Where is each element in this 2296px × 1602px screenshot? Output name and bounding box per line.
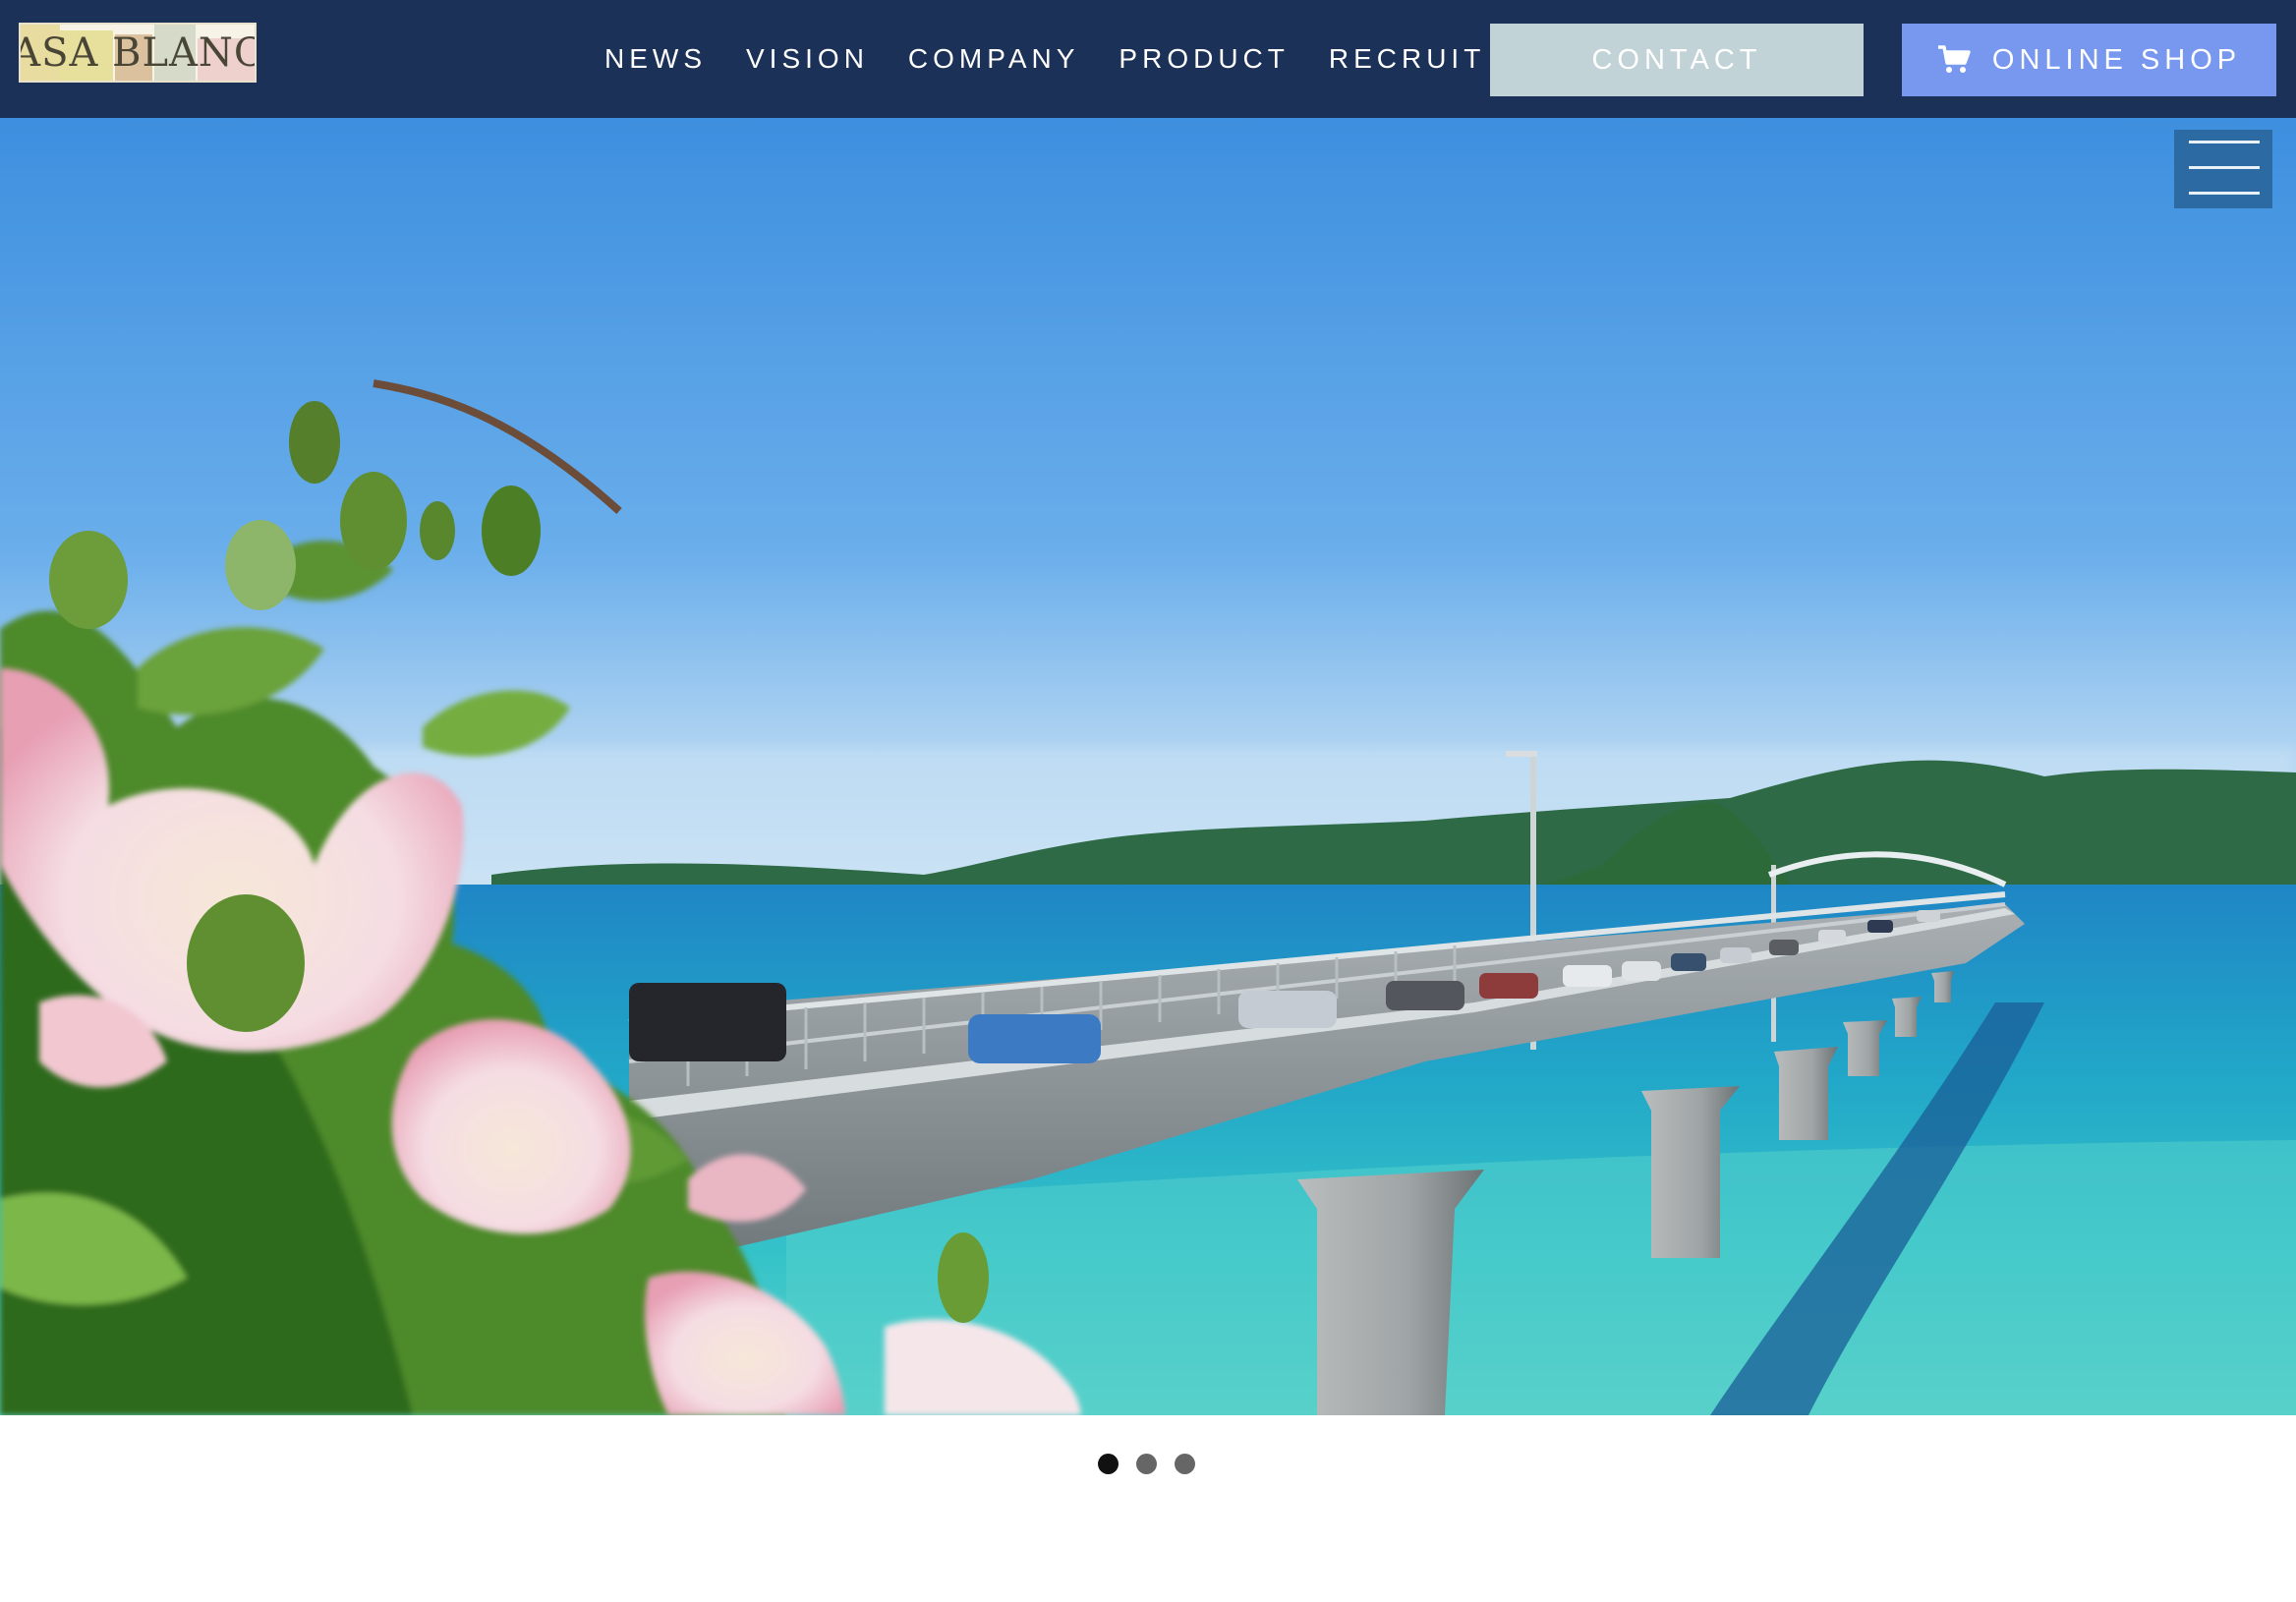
online-shop-label: ONLINE SHOP xyxy=(1991,43,2242,76)
site-header: CASA BLANCA NEWS VISION COMPANY PRODUCT … xyxy=(0,0,2296,118)
contact-button-label: CONTACT xyxy=(1591,43,1762,76)
carousel-dot-3[interactable] xyxy=(1175,1454,1195,1474)
hero-image xyxy=(0,118,2296,1415)
carousel-pagination xyxy=(1098,1454,1195,1474)
cart-icon xyxy=(1937,45,1971,73)
nav-item-product[interactable]: PRODUCT xyxy=(1119,39,1289,79)
online-shop-button[interactable]: ONLINE SHOP xyxy=(1902,24,2276,96)
hamburger-menu-icon[interactable] xyxy=(2174,130,2272,208)
nav-item-recruit[interactable]: RECRUIT xyxy=(1329,39,1485,79)
main-nav: NEWS VISION COMPANY PRODUCT RECRUIT xyxy=(604,39,1524,79)
carousel-dot-1[interactable] xyxy=(1098,1454,1119,1474)
nav-item-company[interactable]: COMPANY xyxy=(908,39,1080,79)
site-logo[interactable]: CASA BLANCA xyxy=(19,23,257,83)
carousel-dot-2[interactable] xyxy=(1136,1454,1157,1474)
hero-slideshow xyxy=(0,118,2296,1415)
logo-text: CASA BLANCA xyxy=(21,29,255,76)
nav-item-news[interactable]: NEWS xyxy=(604,39,707,79)
contact-button[interactable]: CONTACT xyxy=(1490,24,1864,96)
nav-item-vision[interactable]: VISION xyxy=(746,39,869,79)
